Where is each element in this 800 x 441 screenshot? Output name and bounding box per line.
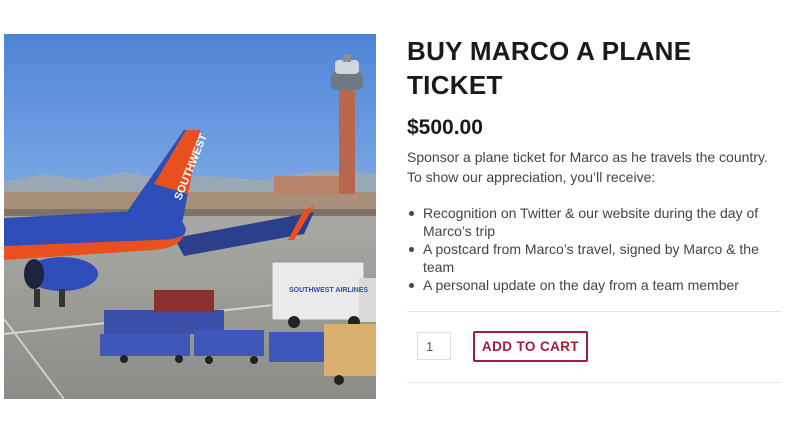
product-title: BUY MARCO A PLANE TICKET — [407, 36, 692, 100]
divider — [407, 382, 781, 383]
product-description: Sponsor a plane ticket for Marco as he t… — [407, 149, 768, 185]
perks-list: Recognition on Twitter & our website dur… — [407, 204, 787, 294]
add-to-cart-form: ADD TO CART — [407, 312, 787, 382]
quantity-input[interactable] — [417, 332, 451, 360]
perk-item: A postcard from Marco’s travel, signed b… — [407, 240, 787, 276]
truck-livery-text: SOUTHWEST AIRLINES — [289, 287, 368, 294]
perk-item: Recognition on Twitter & our website dur… — [407, 204, 787, 240]
product-image: SOUTHWEST SOUTHWEST AIRLINES — [4, 34, 376, 399]
product-details: BUY MARCO A PLANE TICKET $500.00 Sponsor… — [407, 34, 787, 383]
product-price: $500.00 — [407, 116, 483, 139]
add-to-cart-button[interactable]: ADD TO CART — [473, 331, 588, 362]
perk-item: A personal update on the day from a team… — [407, 276, 787, 294]
